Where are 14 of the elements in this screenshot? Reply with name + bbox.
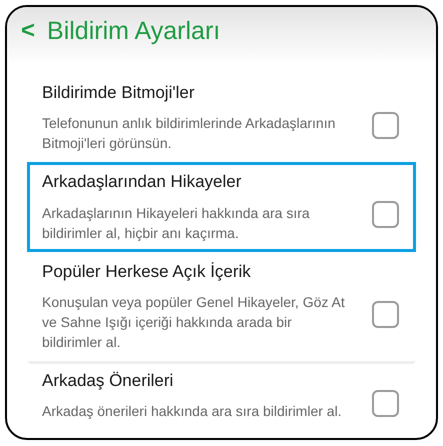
checkbox[interactable] xyxy=(372,112,399,140)
setting-description: Arkadaşlarının Hikayeleri hakkında ara sıra bildirimler al, hiçbir anı kaçırma. xyxy=(42,204,311,242)
page-title: Bildirim Ayarları xyxy=(47,18,220,44)
checkbox[interactable] xyxy=(372,300,399,328)
checkbox[interactable] xyxy=(372,390,399,417)
setting-description: Konuşulan veya popüler Genel Hikayeler, Göz At ve Sahne Işığı içeriği hakkında arada bir bildirimler al. xyxy=(42,292,346,352)
setting-title: Popüler Herkese Açık İçerik xyxy=(42,260,252,282)
checkbox[interactable] xyxy=(372,201,399,228)
back-button[interactable]: < xyxy=(21,19,36,43)
setting-description: Telefonunun anlık bildirimlerinde Arkadaşlarının Bitmoji'leri görünsün. xyxy=(42,114,336,154)
setting-title: Arkadaş Önerileri xyxy=(42,370,174,391)
setting-description: Arkadaş önerileri hakkında ara sıra bildirimler al. xyxy=(42,402,343,421)
setting-title: Arkadaşlarından Hikayeler xyxy=(42,171,242,192)
setting-title: Bildirimde Bitmoji'ler xyxy=(42,82,196,104)
